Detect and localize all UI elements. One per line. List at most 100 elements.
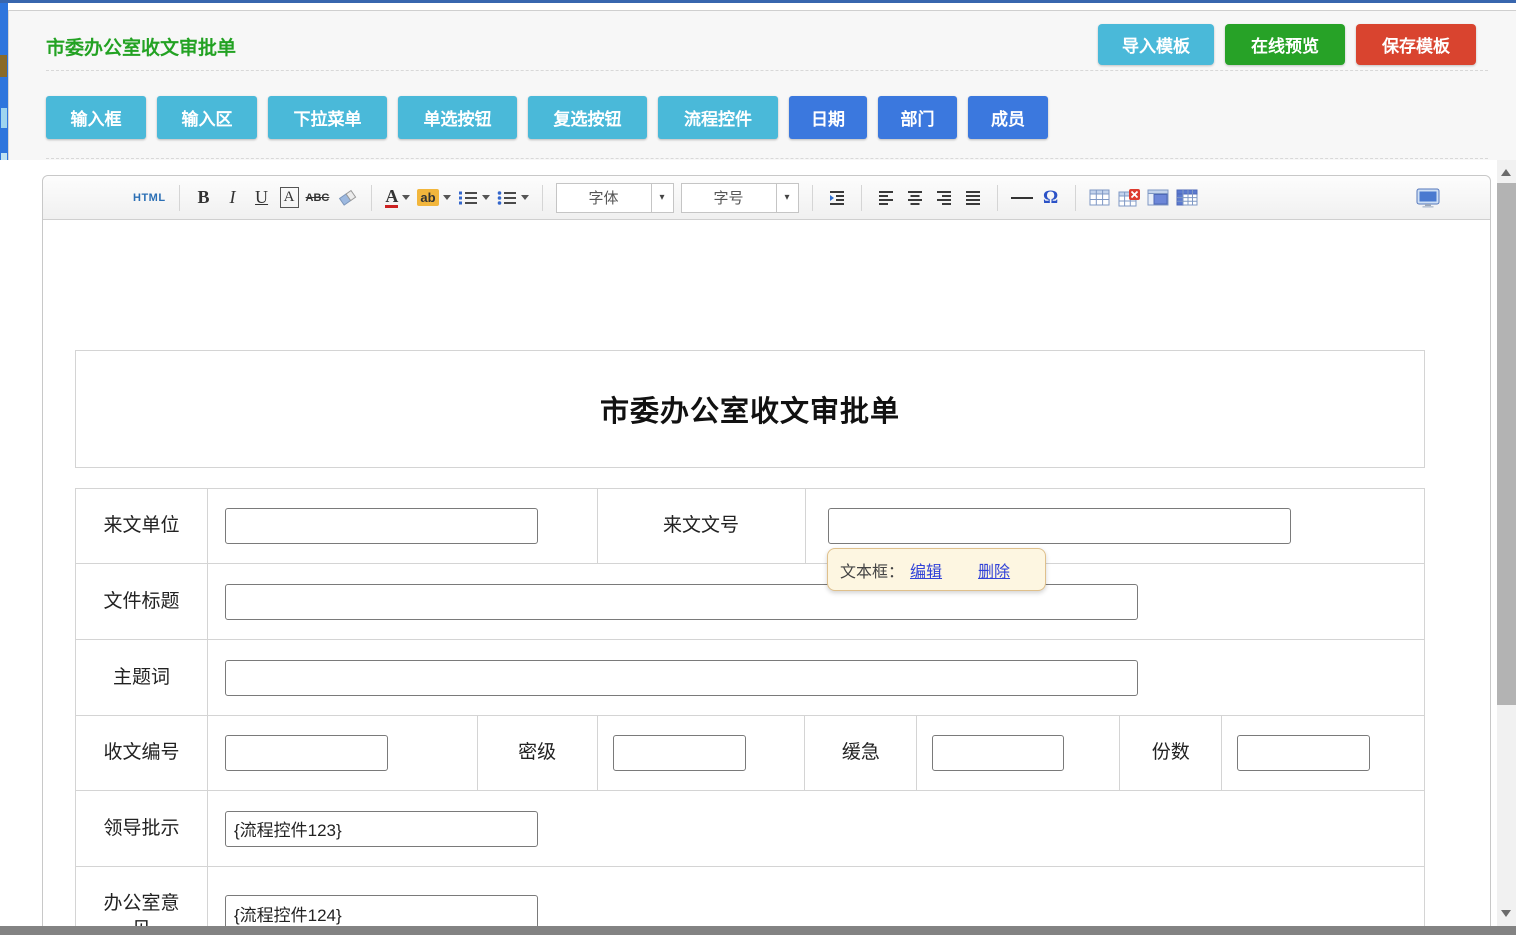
align-right-button[interactable] bbox=[933, 183, 955, 213]
editor-toolbar: HTML B I U A ABC A ab 字体 ▾ bbox=[43, 176, 1490, 220]
fullscreen-button[interactable] bbox=[1416, 183, 1440, 213]
form-title-box: 市委办公室收文审批单 bbox=[75, 350, 1425, 468]
font-color-button[interactable]: A bbox=[385, 183, 410, 213]
align-left-button[interactable] bbox=[875, 183, 897, 213]
table-row: 领导批示 bbox=[76, 791, 1425, 867]
row2-cell bbox=[208, 564, 1425, 640]
highlight-color-button[interactable]: ab bbox=[417, 183, 450, 213]
row4-cell bbox=[1222, 716, 1425, 791]
form-title: 市委办公室收文审批单 bbox=[600, 388, 900, 430]
row4-cell bbox=[917, 716, 1120, 791]
align-center-button[interactable] bbox=[904, 183, 926, 213]
online-preview-button[interactable]: 在线预览 bbox=[1225, 24, 1345, 65]
chevron-down-icon bbox=[402, 195, 410, 200]
unordered-list-button[interactable] bbox=[497, 183, 529, 213]
toolbar-separator bbox=[997, 185, 998, 211]
row4-label-urgency: 缓急 bbox=[805, 716, 917, 791]
scroll-down-arrow[interactable] bbox=[1501, 910, 1511, 917]
toolbar-separator bbox=[812, 185, 813, 211]
insert-table-button[interactable] bbox=[1089, 183, 1111, 213]
row5-label-leader-comments: 领导批示 bbox=[76, 791, 208, 867]
chevron-down-icon: ▾ bbox=[776, 184, 798, 212]
toolbar-separator bbox=[542, 185, 543, 211]
row5-cell bbox=[208, 791, 1425, 867]
row4-label-copies: 份数 bbox=[1120, 716, 1222, 791]
urgency-input[interactable] bbox=[932, 735, 1064, 771]
left-strip-fragment bbox=[1, 108, 7, 128]
component-button-checkbox[interactable]: 复选按钮 bbox=[528, 96, 647, 139]
save-template-button[interactable]: 保存模板 bbox=[1356, 24, 1476, 65]
bottom-edge-strip bbox=[0, 926, 1516, 935]
table-properties-button[interactable] bbox=[1176, 183, 1198, 213]
chevron-down-icon bbox=[443, 195, 451, 200]
toolbar-separator bbox=[1075, 185, 1076, 211]
font-family-select[interactable]: 字体 ▾ bbox=[556, 183, 674, 213]
vertical-scrollbar[interactable] bbox=[1497, 160, 1516, 926]
form-table: 来文单位 来文文号 文件标题 主题词 收文编号 密 bbox=[75, 488, 1425, 935]
page-root: 市委办公室收文审批单 导入模板 在线预览 保存模板 输入框 输入区 下拉菜单 单… bbox=[0, 0, 1516, 935]
component-button-input-area[interactable]: 输入区 bbox=[157, 96, 257, 139]
row2-label-document-title: 文件标题 bbox=[76, 564, 208, 640]
horizontal-rule-button[interactable] bbox=[1011, 183, 1033, 213]
security-level-input[interactable] bbox=[613, 735, 746, 771]
component-button-flow-control[interactable]: 流程控件 bbox=[658, 96, 778, 139]
indent-button[interactable] bbox=[826, 183, 848, 213]
header-divider bbox=[46, 158, 1488, 159]
top-edge-line bbox=[0, 0, 1516, 3]
component-button-date[interactable]: 日期 bbox=[789, 96, 867, 139]
toolbar-separator bbox=[179, 185, 180, 211]
table-row: 收文编号 密级 缓急 份数 bbox=[76, 716, 1425, 791]
subject-words-input[interactable] bbox=[225, 660, 1138, 696]
font-size-select[interactable]: 字号 ▾ bbox=[681, 183, 799, 213]
receipt-number-input[interactable] bbox=[225, 735, 388, 771]
strikethrough-button[interactable]: ABC bbox=[306, 183, 330, 213]
row4-cell bbox=[598, 716, 806, 791]
special-character-button[interactable]: Ω bbox=[1040, 183, 1062, 213]
component-toolbar: 输入框 输入区 下拉菜单 单选按钮 复选按钮 流程控件 日期 部门 成员 bbox=[46, 96, 1048, 139]
row3-cell bbox=[208, 640, 1425, 716]
chevron-down-icon: ▾ bbox=[651, 184, 673, 212]
row1-cell bbox=[208, 489, 598, 564]
scrollbar-thumb[interactable] bbox=[1497, 183, 1516, 705]
ordered-list-button[interactable] bbox=[458, 183, 490, 213]
underline-button[interactable]: U bbox=[251, 183, 273, 213]
table-row: 来文单位 来文文号 bbox=[76, 489, 1425, 564]
font-border-button[interactable]: A bbox=[280, 187, 299, 208]
row4-label-receipt-number: 收文编号 bbox=[76, 716, 208, 791]
copies-input[interactable] bbox=[1237, 735, 1370, 771]
row4-cell bbox=[208, 716, 478, 791]
left-edge-strip bbox=[0, 3, 8, 160]
chevron-down-icon bbox=[521, 195, 529, 200]
edit-link[interactable]: 编辑 bbox=[910, 558, 942, 582]
html-source-button[interactable]: HTML bbox=[133, 183, 166, 213]
italic-button[interactable]: I bbox=[222, 183, 244, 213]
row6-cell bbox=[208, 867, 1425, 935]
toolbar-separator bbox=[371, 185, 372, 211]
component-button-department[interactable]: 部门 bbox=[878, 96, 957, 139]
chevron-down-icon bbox=[482, 195, 490, 200]
row1-label-document-number: 来文文号 bbox=[598, 489, 806, 564]
delete-table-button[interactable] bbox=[1118, 183, 1140, 213]
header-divider bbox=[46, 70, 1488, 71]
left-strip-fragment bbox=[0, 55, 7, 77]
row1-label-source-unit: 来文单位 bbox=[76, 489, 208, 564]
leader-comments-input[interactable] bbox=[225, 811, 538, 847]
component-button-input-box[interactable]: 输入框 bbox=[46, 96, 146, 139]
align-justify-button[interactable] bbox=[962, 183, 984, 213]
delete-link[interactable]: 删除 bbox=[978, 558, 1010, 582]
row3-label-subject-words: 主题词 bbox=[76, 640, 208, 716]
component-button-radio[interactable]: 单选按钮 bbox=[398, 96, 517, 139]
cell-properties-button[interactable] bbox=[1147, 183, 1169, 213]
import-template-button[interactable]: 导入模板 bbox=[1098, 24, 1214, 65]
source-unit-input[interactable] bbox=[225, 508, 538, 544]
document-number-input[interactable] bbox=[828, 508, 1291, 544]
bold-button[interactable]: B bbox=[193, 183, 215, 213]
eraser-icon[interactable] bbox=[336, 183, 358, 213]
component-button-dropdown-menu[interactable]: 下拉菜单 bbox=[268, 96, 387, 139]
scroll-up-arrow[interactable] bbox=[1501, 169, 1511, 176]
row4-label-security-level: 密级 bbox=[478, 716, 598, 791]
table-row: 文件标题 bbox=[76, 564, 1425, 640]
component-button-member[interactable]: 成员 bbox=[968, 96, 1048, 139]
header-actions: 导入模板 在线预览 保存模板 bbox=[1098, 24, 1476, 65]
field-context-tooltip: 文本框： 编辑 删除 bbox=[827, 548, 1046, 591]
